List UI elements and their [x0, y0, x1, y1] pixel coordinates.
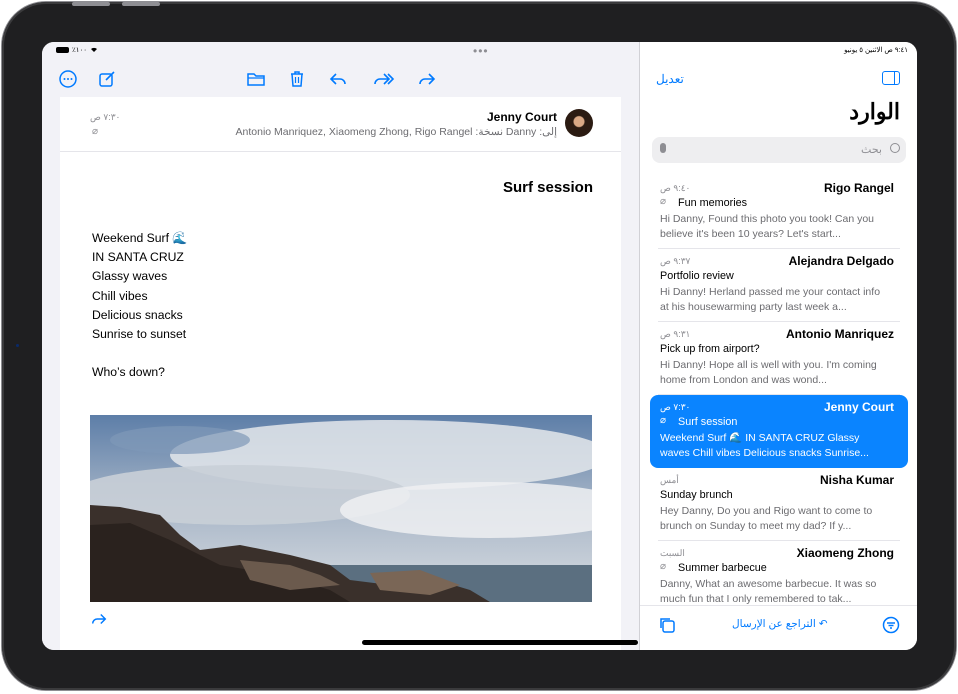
list-item-subject: Fun memories	[678, 197, 747, 209]
list-item-time: ٧:٣٠ ص	[660, 402, 691, 412]
message-list: Rigo Rangel ٩:٤٠ ص ⌀ Fun memories Hi Dan…	[640, 176, 917, 614]
list-item-time: ٩:٣١ ص	[660, 329, 691, 339]
list-item-time: أمس	[660, 475, 679, 485]
list-item-selected[interactable]: Jenny Court ٧:٣٠ ص ⌀ Surf session Weeken…	[650, 395, 908, 468]
list-item-preview: Hi Danny, Found this photo you took! Can…	[660, 213, 875, 240]
list-item[interactable]: Xiaomeng Zhong السبت ⌀ Summer barbecue D…	[640, 541, 917, 614]
undo-send-label: التراجع عن الإرسال	[732, 618, 816, 630]
attached-photo[interactable]	[90, 415, 592, 602]
list-item[interactable]: Antonio Manriquez ٩:٣١ ص Pick up from ai…	[640, 322, 917, 395]
list-item-subject: Summer barbecue	[678, 562, 767, 574]
message-header: Jenny Court Antonio Manriquez, Xiaomeng …	[60, 97, 621, 152]
battery-icon	[56, 47, 69, 53]
multitask-dots[interactable]: •••	[473, 44, 489, 58]
list-item-sender: Xiaomeng Zhong	[796, 546, 894, 560]
list-item-subject: Sunday brunch	[660, 489, 733, 501]
battery-text: ٪١٠٠	[72, 47, 88, 54]
wifi-icon	[90, 46, 98, 54]
message-card: Jenny Court Antonio Manriquez, Xiaomeng …	[60, 97, 621, 650]
paperclip-icon: ⌀	[660, 196, 667, 207]
message-detail-pane: ٪١٠٠ ••• Jenny Court Antonio Manriquez, …	[42, 42, 639, 650]
list-item-sender: Jenny Court	[823, 400, 894, 414]
list-item-subject: Portfolio review	[660, 270, 734, 282]
list-item-sender: Nisha Kumar	[819, 473, 894, 487]
compose-icon[interactable]	[97, 69, 117, 89]
list-item-subject: Pick up from airport?	[660, 343, 760, 355]
paperclip-icon: ⌀	[660, 561, 667, 572]
undo-send-button[interactable]: ↶ التراجع عن الإرسال	[732, 618, 828, 630]
status-bar-right: ٩:٤١ ص الاثنين ٥ يونيو	[844, 47, 908, 54]
list-item[interactable]: Nisha Kumar أمس Sunday brunch Hey Danny,…	[640, 468, 917, 541]
paperclip-icon: ⌀	[92, 126, 99, 137]
list-item[interactable]: Alejandra Delgado ٩:٣٧ ص Portfolio revie…	[640, 249, 917, 322]
search-placeholder: بحث	[861, 144, 882, 156]
undo-arrow-icon: ↶	[815, 618, 828, 630]
volume-button	[122, 2, 160, 6]
list-item-preview: Weekend Surf 🌊 IN SANTA CRUZ Glassy wave…	[660, 432, 869, 459]
message-subject: Surf session	[502, 179, 593, 196]
list-item-time: السبت	[660, 548, 685, 558]
volume-button	[72, 2, 110, 6]
list-item[interactable]: Rigo Rangel ٩:٤٠ ص ⌀ Fun memories Hi Dan…	[640, 176, 917, 249]
message-body: Weekend Surf 🌊 IN SANTA CRUZ Glassy wave…	[91, 229, 188, 382]
body-line: Chill vibes	[92, 288, 148, 303]
bottom-toolbar: ↶ التراجع عن الإرسال	[640, 605, 917, 650]
sender-name[interactable]: Jenny Court	[487, 110, 557, 124]
ellipsis-circle-icon[interactable]	[58, 69, 78, 89]
list-item-time: ٩:٤٠ ص	[660, 183, 691, 193]
list-item-preview: Hi Danny! Hope all is well with you. I'm…	[660, 359, 877, 386]
home-indicator[interactable]	[362, 640, 638, 645]
list-item-sender: Antonio Manriquez	[786, 327, 894, 341]
camera-dot	[16, 344, 19, 347]
filter-icon[interactable]	[882, 616, 900, 634]
message-time: ٧:٣٠ ص	[90, 112, 121, 122]
mailbox-list-pane: ٩:٤١ ص الاثنين ٥ يونيو تعديل الوارد بحث …	[639, 42, 917, 650]
list-item-sender: Rigo Rangel	[823, 181, 894, 195]
list-item-preview: Hey Danny, Do you and Rigo want to come …	[660, 505, 873, 532]
forward-icon[interactable]	[90, 610, 108, 628]
reply-all-icon[interactable]	[372, 69, 396, 89]
avatar[interactable]	[565, 109, 593, 137]
edit-button[interactable]: تعديل	[656, 72, 684, 86]
sidebar-toggle-icon[interactable]	[882, 71, 900, 85]
search-icon	[890, 143, 900, 153]
list-item-sender: Alejandra Delgado	[788, 254, 894, 268]
body-closing: Who’s down?	[92, 365, 165, 380]
body-line: Sunrise to sunset	[92, 327, 187, 342]
paperclip-icon: ⌀	[660, 415, 667, 426]
mailboxes-icon[interactable]	[658, 616, 676, 634]
screen: ٪١٠٠ ••• Jenny Court Antonio Manriquez, …	[42, 42, 917, 650]
status-bar-left: ٪١٠٠	[56, 46, 98, 54]
body-line: Glassy waves	[92, 269, 168, 284]
body-line: IN SANTA CRUZ	[92, 250, 184, 265]
list-item-preview: Danny, What an awesome barbecue. It was …	[660, 578, 877, 605]
microphone-icon[interactable]	[660, 143, 666, 153]
list-item-subject: Surf session	[678, 416, 738, 428]
trash-icon[interactable]	[287, 69, 307, 89]
body-line: Weekend Surf 🌊	[92, 231, 188, 245]
body-line: Delicious snacks	[92, 307, 183, 322]
search-field[interactable]: بحث	[652, 137, 906, 163]
reply-icon[interactable]	[328, 69, 348, 89]
mailbox-title: الوارد	[849, 99, 900, 124]
folder-icon[interactable]	[246, 69, 266, 89]
forward-icon[interactable]	[417, 69, 437, 89]
list-item-time: ٩:٣٧ ص	[660, 256, 691, 266]
recipients[interactable]: Antonio Manriquez, Xiaomeng Zhong, Rigo …	[236, 126, 558, 138]
list-item-preview: Hi Danny! Herland passed me your contact…	[660, 286, 881, 313]
